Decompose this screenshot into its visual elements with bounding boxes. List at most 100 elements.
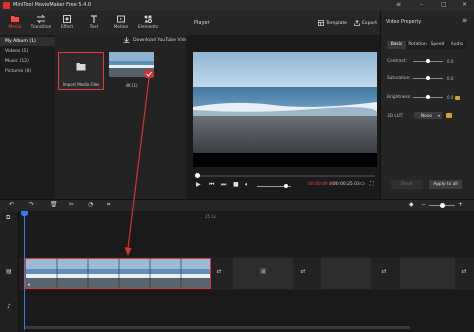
toolbar-text-button[interactable]: Text [81,13,107,33]
crop-icon[interactable]: ⌗ [107,201,110,209]
redo-icon[interactable]: ↷ [29,201,34,208]
saturation-handle[interactable] [426,76,430,80]
play-icon[interactable]: ▶ [196,181,201,188]
panel-menu-icon[interactable]: ≡ [462,17,467,24]
empty-clip-slot[interactable] [321,258,371,289]
minimize-icon[interactable]: – [420,1,423,8]
clip-filmstrip-image [26,259,210,288]
toolbar-motion-label: Motion [113,25,129,30]
download-youtube-label: Download YouTube Videos [133,37,193,43]
transition-slot-icon[interactable]: ⇄ [297,266,309,278]
folder-icon [76,63,86,71]
player-header [186,11,380,35]
property-tabs: Basic Rotation Speed Audio [387,41,467,49]
previous-frame-icon[interactable]: ⏮ [209,181,214,189]
brightness-reset-icon[interactable] [455,96,460,100]
property-panel [380,11,474,199]
zoom-handle[interactable] [440,203,445,208]
empty-clip-slot[interactable] [400,258,455,289]
aspect-ratio-icon[interactable]: ▭ [360,181,365,187]
brightness-handle[interactable] [426,95,430,99]
menu-icon[interactable]: ≡ [396,1,401,8]
undo-icon[interactable]: ↶ [9,201,14,208]
toolbar-elements-button[interactable]: Elements [135,13,161,33]
add-track-icon[interactable]: ⧉ [6,214,10,222]
zoom-in-icon[interactable]: + [458,201,463,208]
seek-handle[interactable] [195,173,200,178]
delete-icon[interactable]: 🗑︎ [50,201,58,208]
player-seek-bar[interactable] [195,175,375,177]
export-button[interactable]: Export [354,20,377,26]
toolbar-transition-button[interactable]: Transition [28,13,54,33]
volume-icon[interactable]: 🔈︎ [245,181,249,189]
download-youtube-button[interactable]: Download YouTube Videos [123,37,193,43]
clip-name: 4K (1) [125,83,138,88]
fit-timeline-icon[interactable]: ◆ [409,201,414,208]
brightness-label: Brightness: [387,95,412,100]
app-logo-icon [3,2,10,9]
export-label: Export [362,20,378,26]
saturation-value: 0.0 [447,76,454,81]
chevron-down-icon: ▾ [437,113,440,118]
total-time: 00:00:25.03 [333,182,360,187]
timeline-ruler[interactable] [0,211,474,223]
template-button[interactable]: Template [318,20,347,26]
export-icon [354,20,360,26]
main-toolbar: Media Transition Effect Text Motion Elem… [0,11,186,35]
brightness-value: 0.0 [447,95,454,100]
toolbar-elements-label: Elements [137,25,159,30]
toolbar-effect-button[interactable]: Effect [54,13,80,33]
transition-slot-icon[interactable]: ⇄ [378,266,390,278]
reset-button[interactable]: Reset [391,180,423,189]
next-frame-icon[interactable]: ⏭ [221,181,226,189]
lut-label: 3D LUT: [387,114,404,119]
tab-audio[interactable]: Audio [447,41,467,49]
saturation-label: Saturation: [387,76,411,81]
toolbar-media-label: Media [8,25,22,30]
timeline-video-clip[interactable]: 🔈︎ [25,258,211,289]
title-bar: MiniTool MovieMaker Free 5.4.0 ≡ – □ ✕ [0,0,474,11]
split-icon[interactable]: ✂ [69,201,74,208]
download-icon [123,37,130,43]
toolbar-motion-button[interactable]: Motion [108,13,134,33]
import-media-tile[interactable]: Import Media Files [58,52,104,90]
lut-select[interactable]: None ▾ [414,112,442,119]
album-item-my-album[interactable]: My Album (1) [0,37,55,46]
lut-selected-value: None [421,113,432,118]
motion-icon [117,15,125,23]
clip-added-check-icon[interactable] [145,70,153,78]
playhead[interactable] [24,212,25,330]
timeline-scrollbar[interactable] [25,326,410,329]
effect-icon [63,15,71,23]
track-headers: ⧉ ▤ ♪ [0,211,19,332]
fullscreen-icon[interactable]: ⛶ [370,181,374,187]
transition-slot-icon[interactable]: ⇄ [213,266,225,278]
tab-basic[interactable]: Basic [387,41,406,49]
toolbar-media-button[interactable]: Media [2,13,28,33]
album-sidebar: My Album (1) Videos (1) Music (12) Pictu… [0,35,55,199]
album-item-pictures[interactable]: Pictures (6) [0,67,55,76]
video-preview[interactable] [193,52,377,167]
tab-rotation[interactable]: Rotation [407,41,428,49]
clip-audio-icon: 🔈︎ [28,282,32,288]
stop-icon[interactable]: ■ [233,181,239,188]
lut-edit-icon[interactable] [446,113,452,118]
zoom-out-icon[interactable]: − [421,201,426,208]
maximize-icon[interactable]: □ [441,1,447,8]
toolbar-text-label: Text [89,25,99,30]
tab-speed[interactable]: Speed [429,41,446,49]
close-icon[interactable]: ✕ [462,1,467,8]
apply-to-all-button[interactable]: Apply to all [429,180,462,189]
volume-handle[interactable] [283,184,288,188]
contrast-handle[interactable] [426,59,430,63]
speed-icon[interactable]: ◔ [88,201,93,208]
template-icon [318,20,324,26]
property-title: Video Property [386,20,422,25]
music-track-icon: ♪ [7,303,11,310]
album-item-music[interactable]: Music (12) [0,57,55,66]
transition-slot-icon[interactable]: ⇄ [458,266,470,278]
timeline-toolbar: ↶ ↷ 🗑︎ ✂ ◔ ⌗ ◆ − + [0,199,474,211]
empty-clip-slot[interactable]: ▣ [233,258,293,289]
album-item-videos[interactable]: Videos (1) [0,47,55,56]
transition-icon [36,14,46,24]
